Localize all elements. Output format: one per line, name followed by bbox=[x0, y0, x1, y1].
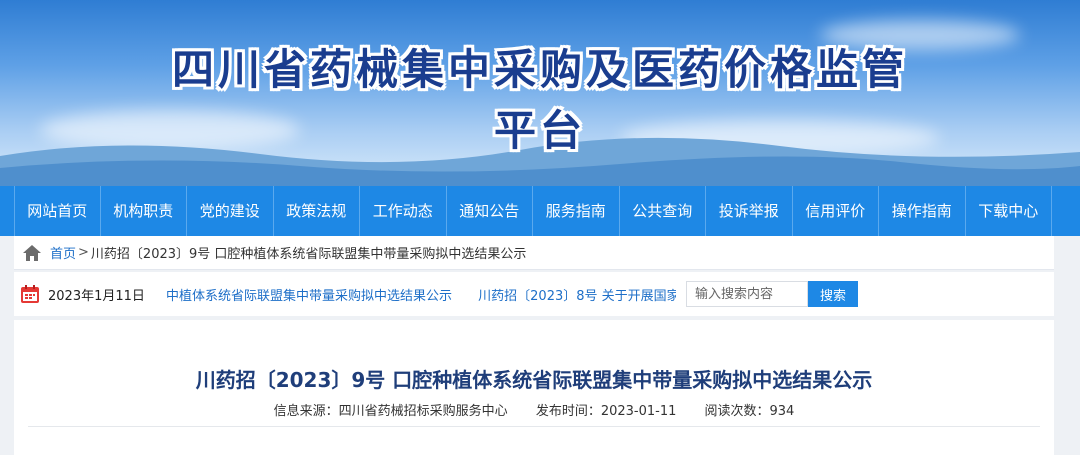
main-nav: 网站首页 机构职责 党的建设 政策法规 工作动态 通知公告 服务指南 公共查询 … bbox=[0, 186, 1080, 236]
nav-item-complaints[interactable]: 投诉举报 bbox=[706, 186, 793, 236]
nav-item-credit[interactable]: 信用评价 bbox=[793, 186, 879, 236]
divider bbox=[28, 426, 1040, 427]
nav-item-service-guide[interactable]: 服务指南 bbox=[533, 186, 620, 236]
nav-item-operation-guide[interactable]: 操作指南 bbox=[879, 186, 966, 236]
nav-item-policy[interactable]: 政策法规 bbox=[274, 186, 360, 236]
nav-item-public-query[interactable]: 公共查询 bbox=[620, 186, 706, 236]
site-title: 四川省药械集中采购及医药价格监管平台 bbox=[171, 45, 908, 155]
nav-item-downloads[interactable]: 下载中心 bbox=[966, 186, 1052, 236]
article-panel: 川药招〔2023〕9号 口腔种植体系统省际联盟集中带量采购拟中选结果公示 信息来… bbox=[14, 320, 1054, 455]
breadcrumb-separator: > bbox=[78, 245, 89, 260]
search-button[interactable]: 搜索 bbox=[808, 281, 858, 307]
header-banner: 四川省药械集中采购及医药价格监管平台 bbox=[0, 0, 1080, 186]
nav-item-home[interactable]: 网站首页 bbox=[14, 186, 101, 236]
nav-item-notices[interactable]: 通知公告 bbox=[447, 186, 533, 236]
news-ticker: 中植体系统省际联盟集中带量采购拟中选结果公示 川药招〔2023〕8号 关于开展国… bbox=[166, 285, 676, 304]
article-publish-time: 发布时间：2023-01-11 bbox=[535, 404, 677, 419]
current-date: 2023年1月11日 bbox=[48, 288, 145, 304]
search-input[interactable] bbox=[686, 281, 808, 307]
ticker-item[interactable]: 川药招〔2023〕8号 关于开展国家组织 bbox=[478, 289, 676, 304]
nav-item-news[interactable]: 工作动态 bbox=[360, 186, 447, 236]
article-source: 信息来源：四川省药械招标采购服务中心 bbox=[273, 404, 508, 419]
ticker-item[interactable]: 中植体系统省际联盟集中带量采购拟中选结果公示 bbox=[166, 289, 452, 304]
home-icon bbox=[23, 244, 41, 261]
nav-item-duties[interactable]: 机构职责 bbox=[101, 186, 187, 236]
article-meta: 信息来源：四川省药械招标采购服务中心 发布时间：2023-01-11 阅读次数：… bbox=[14, 400, 1054, 419]
article-views: 阅读次数：934 bbox=[704, 404, 795, 419]
calendar-icon bbox=[21, 285, 39, 303]
nav-item-party[interactable]: 党的建设 bbox=[187, 186, 274, 236]
info-bar: 2023年1月11日 中植体系统省际联盟集中带量采购拟中选结果公示 川药招〔20… bbox=[14, 272, 1054, 316]
breadcrumb: 首页 > 川药招〔2023〕9号 口腔种植体系统省际联盟集中带量采购拟中选结果公… bbox=[14, 236, 1054, 270]
article-title: 川药招〔2023〕9号 口腔种植体系统省际联盟集中带量采购拟中选结果公示 bbox=[195, 368, 873, 392]
breadcrumb-home-link[interactable]: 首页 bbox=[50, 243, 76, 262]
breadcrumb-current: 川药招〔2023〕9号 口腔种植体系统省际联盟集中带量采购拟中选结果公示 bbox=[90, 247, 527, 262]
